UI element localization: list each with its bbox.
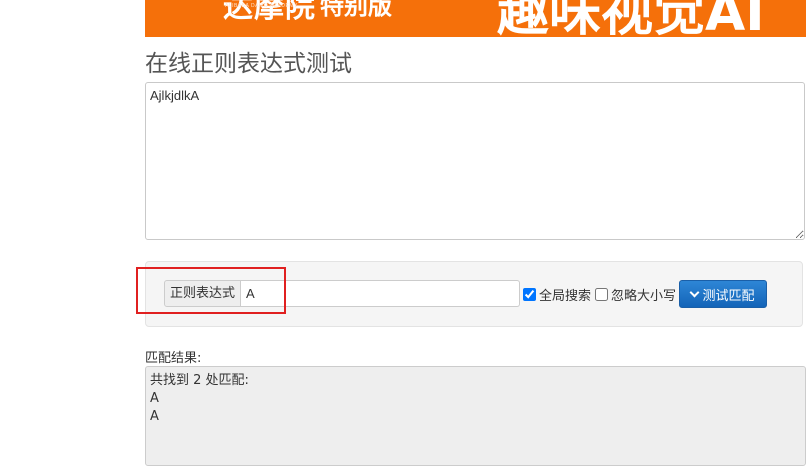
regex-input[interactable] bbox=[241, 280, 520, 307]
test-match-button[interactable]: 测试匹配 bbox=[679, 280, 767, 308]
result-match: A bbox=[150, 409, 159, 424]
banner-logo-subtitle: ALIBABA DAMO ACADEMY bbox=[225, 3, 298, 9]
global-search-option[interactable]: 全局搜索 bbox=[523, 285, 591, 304]
ignore-case-option[interactable]: 忽略大小写 bbox=[595, 285, 676, 304]
regex-addon-label: 正则表达式 bbox=[164, 280, 241, 307]
test-text-input[interactable]: AjlkjdlkA bbox=[145, 82, 805, 240]
banner-slogan: 趣味视觉AI bbox=[497, 0, 765, 37]
global-search-label: 全局搜索 bbox=[539, 289, 592, 304]
page-title: 在线正则表达式测试 bbox=[145, 51, 352, 77]
test-match-label: 测试匹配 bbox=[702, 288, 755, 304]
result-output: 共找到 2 处匹配: A A bbox=[145, 366, 806, 466]
banner-tag: 特别版 bbox=[320, 0, 392, 20]
chevron-down-icon bbox=[690, 287, 700, 298]
ignore-case-checkbox[interactable] bbox=[595, 288, 608, 301]
result-summary: 共找到 2 处匹配: bbox=[150, 373, 249, 388]
global-search-checkbox[interactable] bbox=[523, 288, 536, 301]
result-match: A bbox=[150, 391, 159, 406]
regex-input-group: 正则表达式 bbox=[164, 280, 520, 307]
result-label: 匹配结果: bbox=[145, 351, 202, 366]
ignore-case-label: 忽略大小写 bbox=[611, 289, 677, 304]
promo-banner[interactable]: 达摩院 ALIBABA DAMO ACADEMY 特别版 趣味视觉AI bbox=[145, 0, 806, 37]
